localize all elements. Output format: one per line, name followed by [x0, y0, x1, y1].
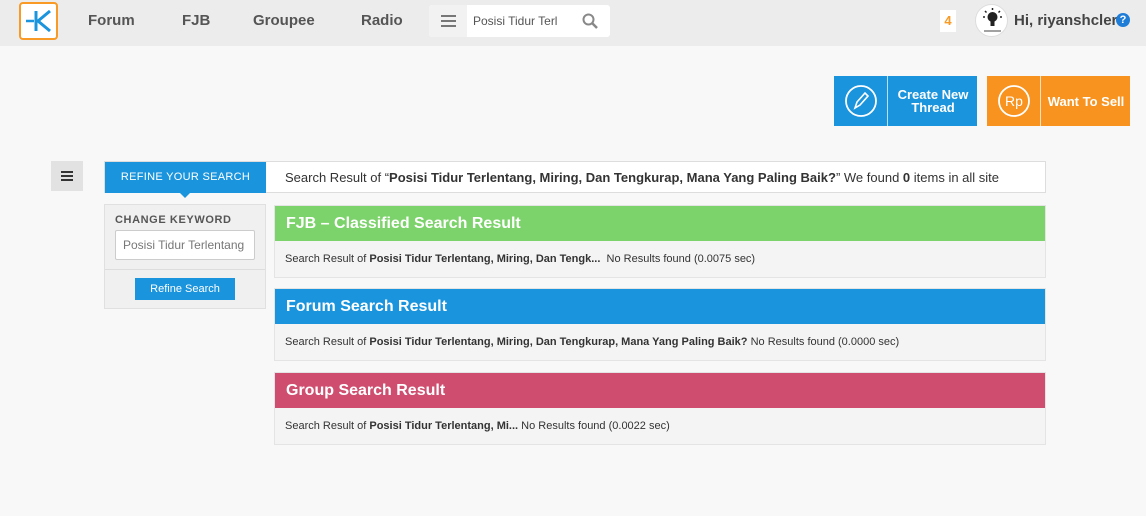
- result-query: Posisi Tidur Terlentang, Miring, Dan Ten…: [369, 253, 601, 265]
- search-summary: Search Result of “Posisi Tidur Terlentan…: [285, 170, 999, 185]
- fjb-result-text: Search Result of Posisi Tidur Terlentang…: [275, 241, 1045, 277]
- refine-your-search-tab[interactable]: REFINE YOUR SEARCH: [105, 162, 266, 198]
- want-to-sell-icon-cell: Rp: [987, 76, 1041, 126]
- create-thread-icon-cell: [834, 76, 888, 126]
- logo-k-icon: [26, 9, 51, 33]
- user-greeting[interactable]: Hi, riyanshcler: [1014, 12, 1117, 29]
- top-navbar: Forum FJB Groupee Radio 4 Hi, riyanshcle…: [0, 0, 1146, 46]
- search-icon[interactable]: [582, 13, 598, 29]
- result-query: Posisi Tidur Terlentang, Miring, Dan Ten…: [369, 336, 748, 348]
- menu-icon-line: [441, 25, 456, 27]
- summary-middle: ” We found: [835, 170, 903, 185]
- summary-prefix: Search Result of “: [285, 170, 390, 185]
- group-result-text: Search Result of Posisi Tidur Terlentang…: [275, 408, 1045, 444]
- divider: [105, 269, 265, 270]
- hamburger-icon-line: [61, 179, 73, 181]
- change-keyword-label: CHANGE KEYWORD: [115, 214, 232, 226]
- nav-groupee[interactable]: Groupee: [253, 12, 315, 29]
- hamburger-icon: [61, 171, 73, 173]
- group-result-box: Group Search Result Search Result of Pos…: [274, 372, 1046, 445]
- help-icon[interactable]: ?: [1116, 13, 1130, 27]
- search-box: [429, 5, 610, 37]
- search-menu-button[interactable]: [429, 5, 467, 37]
- pencil-icon: [845, 85, 877, 117]
- want-to-sell-label: Want To Sell: [1047, 94, 1125, 109]
- summary-query: Posisi Tidur Terlentang, Miring, Dan Ten…: [389, 170, 836, 185]
- create-thread-button[interactable]: Create New Thread: [834, 76, 977, 126]
- forum-result-text: Search Result of Posisi Tidur Terlentang…: [275, 324, 1045, 360]
- menu-icon-line: [441, 20, 456, 22]
- nav-fjb[interactable]: FJB: [182, 12, 210, 29]
- refine-search-button[interactable]: Refine Search: [135, 278, 235, 300]
- nav-radio[interactable]: Radio: [361, 12, 403, 29]
- forum-result-title[interactable]: Forum Search Result: [275, 289, 1045, 324]
- menu-icon: [441, 15, 456, 17]
- fjb-result-title[interactable]: FJB – Classified Search Result: [275, 206, 1045, 241]
- refine-header: REFINE YOUR SEARCH Search Result of “Pos…: [104, 161, 1046, 198]
- result-status: No Results found (0.0022 sec): [518, 420, 670, 432]
- fjb-result-box: FJB – Classified Search Result Search Re…: [274, 205, 1046, 278]
- result-status: No Results found (0.0075 sec): [600, 253, 756, 265]
- summary-suffix: items in all site: [910, 170, 1000, 185]
- avatar[interactable]: [975, 4, 1008, 37]
- rupiah-icon: Rp: [998, 85, 1030, 117]
- result-prefix: Search Result of: [285, 336, 370, 348]
- svg-text:Rp: Rp: [1005, 93, 1023, 109]
- result-status: No Results found (0.0000 sec): [747, 336, 900, 348]
- refine-panel: CHANGE KEYWORD Refine Search: [104, 204, 266, 309]
- kaskus-logo[interactable]: [19, 2, 58, 40]
- forum-result-box: Forum Search Result Search Result of Pos…: [274, 288, 1046, 361]
- create-thread-label: Create New Thread: [897, 87, 969, 115]
- result-prefix: Search Result of: [285, 253, 370, 265]
- sidebar-toggle-button[interactable]: [51, 161, 83, 191]
- result-prefix: Search Result of: [285, 420, 370, 432]
- notification-badge[interactable]: 4: [940, 10, 956, 32]
- want-to-sell-button[interactable]: Rp Want To Sell: [987, 76, 1130, 126]
- avatar-bulb-icon: [983, 8, 1002, 32]
- keyword-input[interactable]: [115, 230, 255, 260]
- result-query: Posisi Tidur Terlentang, Mi...: [369, 420, 519, 432]
- search-input[interactable]: [473, 11, 566, 31]
- nav-forum[interactable]: Forum: [88, 12, 135, 29]
- group-result-title[interactable]: Group Search Result: [275, 373, 1045, 408]
- hamburger-icon-line: [61, 175, 73, 177]
